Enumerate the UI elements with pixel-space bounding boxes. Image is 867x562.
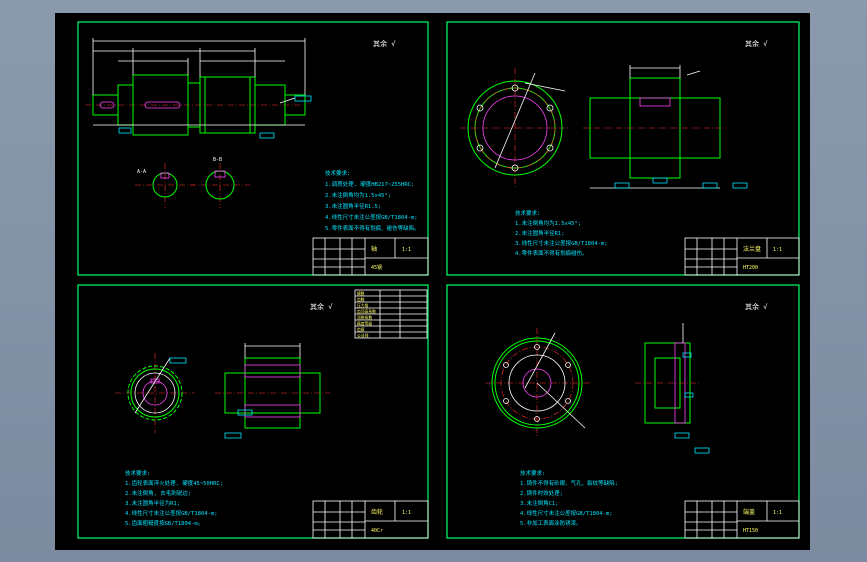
- cover-front-view: [485, 328, 590, 438]
- svg-text:2.未注圆角半径R1;: 2.未注圆角半径R1;: [515, 229, 565, 237]
- svg-text:HT200: HT200: [743, 265, 758, 271]
- svg-text:2.未注倒角均为1.5x45°;: 2.未注倒角均为1.5x45°;: [325, 191, 391, 199]
- roughness-note: 其余 √: [745, 302, 768, 311]
- svg-text:HT150: HT150: [743, 528, 758, 534]
- svg-text:1.调质处理, 硬度HB217~255HRC;: 1.调质处理, 硬度HB217~255HRC;: [325, 180, 414, 188]
- svg-text:2.铸件时效处理;: 2.铸件时效处理;: [520, 489, 563, 497]
- svg-text:技术要求:: 技术要求:: [515, 209, 540, 217]
- svg-text:3.线性尺寸未注公差按GB/T1804-m;: 3.线性尺寸未注公差按GB/T1804-m;: [515, 239, 608, 247]
- svg-text:齿顶高系数: 齿顶高系数: [357, 309, 376, 314]
- svg-text:3.未注圆角半径R1.5;: 3.未注圆角半径R1.5;: [325, 202, 381, 210]
- svg-text:5.非加工表面涂防锈漆。: 5.非加工表面涂防锈漆。: [520, 519, 582, 527]
- sheet-shaft[interactable]: 其余 √ A-A B-B 技术要求: 1.调质处理, 硬度HB217~255HR…: [77, 21, 429, 276]
- roughness-note: 其余 √: [373, 39, 396, 48]
- svg-text:压力角: 压力角: [357, 303, 369, 308]
- svg-text:4.线性尺寸未注公差按GB/T1804-m;: 4.线性尺寸未注公差按GB/T1804-m;: [125, 509, 218, 517]
- flange-section-view: [583, 65, 748, 189]
- shaft-title-block: 轴 1:1 45钢: [312, 237, 429, 276]
- svg-text:1:1: 1:1: [402, 510, 411, 516]
- svg-text:技术要求:: 技术要求:: [520, 469, 545, 477]
- shaft-technical-notes: 技术要求: 1.调质处理, 硬度HB217~255HRC; 2.未注倒角均为1.…: [325, 169, 420, 232]
- svg-text:精度等级: 精度等级: [357, 321, 372, 326]
- svg-text:顶隙系数: 顶隙系数: [357, 315, 372, 320]
- sheet-flange[interactable]: 其余 √ 技术要求: 1.未注倒角均为1.5x45°; 2.未注圆角半径R1; …: [446, 21, 800, 276]
- roughness-note: 其余 √: [310, 302, 333, 311]
- svg-text:4.线性尺寸未注公差按GB/T1804-m;: 4.线性尺寸未注公差按GB/T1804-m;: [325, 213, 418, 221]
- svg-text:技术要求:: 技术要求:: [325, 169, 350, 177]
- gear-front-view: [115, 353, 195, 433]
- gear-technical-notes: 技术要求: 1.齿轮表面淬火处理, 硬度45~50HRC; 2.未注倒角, 去毛…: [125, 469, 223, 527]
- cover-title-block: 端盖 1:1 HT150: [684, 500, 800, 539]
- flange-technical-notes: 技术要求: 1.未注倒角均为1.5x45°; 2.未注圆角半径R1; 3.线性尺…: [515, 209, 608, 257]
- flange-title-block: 法兰盘 1:1 HT200: [684, 237, 800, 276]
- svg-text:4.线性尺寸未注公差按GB/T1804-m;: 4.线性尺寸未注公差按GB/T1804-m;: [520, 509, 613, 517]
- cover-section-view: [635, 323, 710, 454]
- gear-param-table: 模数 齿数 压力角 齿顶高系数 顶隙系数 精度等级 齿厚 公法线: [354, 289, 428, 339]
- svg-text:公法线: 公法线: [357, 333, 369, 338]
- cad-viewport[interactable]: 其余 √ A-A B-B 技术要求: 1.调质处理, 硬度HB217~255HR…: [55, 13, 810, 550]
- svg-text:2.未注倒角, 去毛刺锐边;: 2.未注倒角, 去毛刺锐边;: [125, 489, 191, 497]
- svg-text:1.铸件不得有砂眼、气孔、裂纹等缺陷;: 1.铸件不得有砂眼、气孔、裂纹等缺陷;: [520, 479, 618, 487]
- svg-text:1:1: 1:1: [773, 510, 782, 516]
- svg-text:40Cr: 40Cr: [371, 528, 383, 534]
- section-label-a: A-A: [137, 169, 146, 175]
- svg-text:4.零件表面不得有划痕碰伤。: 4.零件表面不得有划痕碰伤。: [515, 249, 588, 257]
- roughness-note: 其余 √: [745, 39, 768, 48]
- svg-text:1.齿轮表面淬火处理, 硬度45~50HRC;: 1.齿轮表面淬火处理, 硬度45~50HRC;: [125, 479, 223, 487]
- svg-text:45钢: 45钢: [371, 264, 382, 271]
- svg-text:模数: 模数: [357, 291, 365, 296]
- svg-text:齿厚: 齿厚: [357, 327, 365, 332]
- svg-text:1.未注倒角均为1.5x45°;: 1.未注倒角均为1.5x45°;: [515, 219, 581, 227]
- svg-text:1:1: 1:1: [773, 247, 782, 253]
- svg-text:1:1: 1:1: [402, 247, 411, 253]
- svg-text:3.未注倒角C1;: 3.未注倒角C1;: [520, 499, 559, 507]
- gear-title-block: 齿轮 1:1 40Cr: [312, 500, 429, 539]
- shaft-section-views: A-A B-B: [135, 157, 250, 208]
- shaft-main-view: [85, 38, 312, 139]
- drawing-canvas: 其余 √ A-A B-B 技术要求: 1.调质处理, 硬度HB217~255HR…: [77, 21, 800, 539]
- svg-text:3.未注圆角半径为R1;: 3.未注圆角半径为R1;: [125, 499, 180, 507]
- gear-section-view: [215, 343, 330, 439]
- svg-text:轴: 轴: [371, 245, 377, 253]
- section-label-b: B-B: [213, 157, 222, 163]
- svg-text:5.零件表面不得有划痕、碰伤等缺陷。: 5.零件表面不得有划痕、碰伤等缺陷。: [325, 224, 420, 232]
- svg-text:法兰盘: 法兰盘: [743, 245, 761, 253]
- flange-front-view: [460, 68, 570, 188]
- svg-text:技术要求:: 技术要求:: [125, 469, 150, 477]
- svg-text:齿轮: 齿轮: [371, 508, 383, 516]
- svg-text:5.齿面粗糙度按GB/T1804-m。: 5.齿面粗糙度按GB/T1804-m。: [125, 519, 203, 527]
- sheet-gear[interactable]: 其余 √ 模数 齿数 压力角 齿顶高系数 顶隙系数 精度等级 齿厚 公法线 技术…: [77, 284, 429, 539]
- sheet-cover[interactable]: 其余 √ 技术要求: 1.铸件不得有砂眼、气孔、裂纹等缺陷; 2.铸件时效处理;…: [446, 284, 800, 539]
- cover-technical-notes: 技术要求: 1.铸件不得有砂眼、气孔、裂纹等缺陷; 2.铸件时效处理; 3.未注…: [520, 469, 618, 527]
- svg-text:齿数: 齿数: [357, 297, 365, 302]
- svg-text:端盖: 端盖: [743, 508, 755, 516]
